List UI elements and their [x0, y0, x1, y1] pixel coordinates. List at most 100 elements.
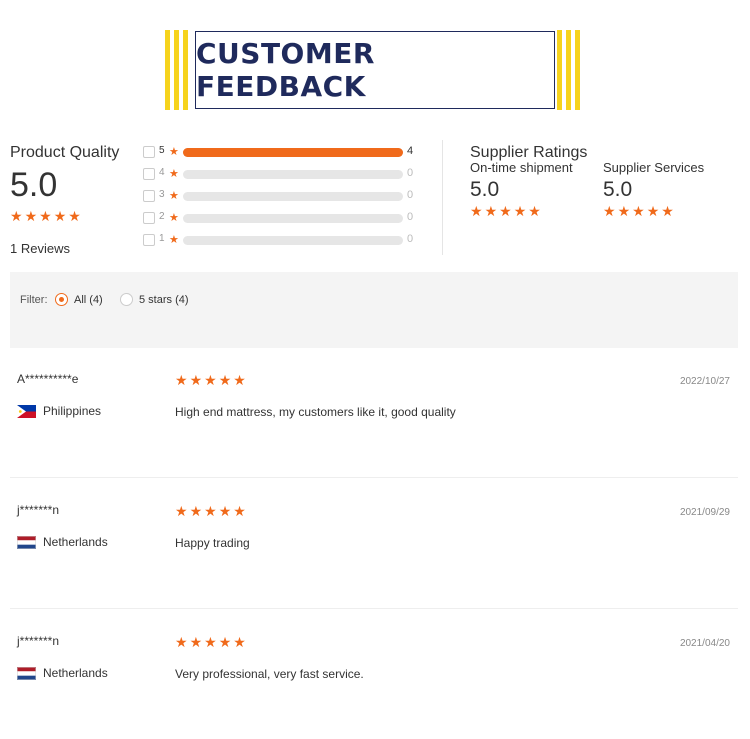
histogram-row[interactable]: 3 ★ 0: [143, 189, 428, 203]
star-icon: ★: [189, 634, 203, 650]
filter-5-stars-radio[interactable]: [120, 293, 133, 306]
reviewer-name: A**********e: [17, 372, 79, 386]
review-stars: ★ ★ ★ ★ ★: [175, 504, 246, 518]
review-filter-bar: Filter: All (4) 5 stars (4): [10, 272, 738, 348]
histogram-track: [183, 236, 403, 245]
star-icon: ★: [175, 372, 188, 388]
histogram-star-level: 4: [159, 167, 165, 178]
histogram-checkbox[interactable]: [143, 146, 155, 158]
histogram-star-level: 3: [159, 189, 165, 200]
on-time-shipment-stars: ★ ★ ★ ★ ★: [470, 204, 573, 218]
histogram-checkbox[interactable]: [143, 168, 155, 180]
banner-stripe: [575, 30, 580, 110]
reviewer-name: j*******n: [17, 634, 60, 648]
star-icon: ★: [10, 208, 23, 224]
feedback-banner: CUSTOMER FEEDBACK: [165, 30, 585, 110]
review-count: 1 Reviews: [10, 241, 70, 256]
histogram-count: 0: [407, 189, 414, 201]
star-icon: ★: [169, 146, 179, 158]
star-icon: ★: [169, 234, 179, 246]
banner-stripe: [183, 30, 188, 110]
on-time-shipment-label: On-time shipment: [470, 160, 573, 175]
histogram-count: 0: [407, 233, 414, 245]
histogram-track: [183, 192, 403, 201]
reviewer-country: Philippines: [43, 404, 102, 418]
histogram-star-level: 2: [159, 211, 165, 222]
star-icon: ★: [528, 203, 541, 219]
histogram-row[interactable]: 5 ★ 4: [143, 145, 428, 159]
netherlands-flag-icon: [17, 536, 36, 549]
star-icon: ★: [204, 372, 217, 388]
product-quality-score: 5.0: [10, 166, 58, 204]
star-icon: ★: [233, 372, 246, 388]
netherlands-flag-icon: [17, 667, 36, 680]
filter-all-radio[interactable]: [55, 293, 68, 306]
reviewer-country: Netherlands: [43, 666, 108, 680]
product-quality-stars: ★ ★ ★ ★ ★: [10, 209, 81, 223]
star-icon: ★: [24, 208, 38, 224]
star-icon: ★: [169, 190, 179, 202]
histogram-track: [183, 170, 403, 179]
histogram-checkbox[interactable]: [143, 234, 155, 246]
review-text: Happy trading: [175, 536, 250, 550]
star-icon: ★: [661, 203, 674, 219]
star-icon: ★: [53, 208, 67, 224]
star-icon: ★: [189, 503, 203, 519]
supplier-services-stars: ★ ★ ★ ★ ★: [603, 204, 704, 218]
histogram-count: 0: [407, 167, 414, 179]
star-icon: ★: [513, 203, 527, 219]
filter-all-label[interactable]: All (4): [74, 294, 103, 306]
review-stars: ★ ★ ★ ★ ★: [175, 373, 246, 387]
histogram-star-level: 1: [159, 233, 165, 244]
filter-5-stars-label[interactable]: 5 stars (4): [139, 294, 189, 306]
histogram-row[interactable]: 1 ★ 0: [143, 233, 428, 247]
star-icon: ★: [617, 203, 631, 219]
histogram-track: [183, 214, 403, 223]
review-text: High end mattress, my customers like it,…: [175, 405, 456, 419]
histogram-row[interactable]: 4 ★ 0: [143, 167, 428, 181]
product-quality-label: Product Quality: [10, 144, 120, 161]
review-text: Very professional, very fast service.: [175, 667, 364, 681]
star-icon: ★: [470, 203, 483, 219]
banner-stripe: [165, 30, 170, 110]
star-icon: ★: [175, 503, 188, 519]
histogram-checkbox[interactable]: [143, 190, 155, 202]
banner-title-box: CUSTOMER FEEDBACK: [195, 31, 555, 109]
banner-stripe: [566, 30, 571, 110]
supplier-services-score: 5.0: [603, 178, 633, 201]
review-date: 2021/04/20: [679, 638, 730, 649]
review-item: j*******n Netherlands ★ ★ ★ ★ ★ Happy tradin…: [10, 479, 738, 609]
banner-title: CUSTOMER FEEDBACK: [196, 37, 375, 103]
section-divider: [442, 140, 443, 255]
histogram-row[interactable]: 2 ★ 0: [143, 211, 428, 225]
reviewer-country: Netherlands: [43, 535, 108, 549]
supplier-services-rating: Supplier Services 5.0 ★ ★ ★ ★ ★: [603, 160, 704, 218]
filter-label: Filter:: [20, 294, 48, 306]
review-date: 2021/09/29: [679, 507, 730, 518]
star-icon: ★: [218, 372, 232, 388]
histogram-star-level: 5: [159, 145, 165, 156]
star-icon: ★: [68, 208, 81, 224]
star-icon: ★: [218, 634, 232, 650]
star-icon: ★: [218, 503, 232, 519]
star-icon: ★: [646, 203, 660, 219]
star-icon: ★: [169, 212, 179, 224]
banner-stripe: [557, 30, 562, 110]
histogram-track: [183, 148, 403, 157]
review-item: j*******n Netherlands ★ ★ ★ ★ ★ Very profess…: [10, 610, 738, 739]
star-icon: ★: [39, 208, 52, 224]
reviewer-name: j*******n: [17, 503, 60, 517]
histogram-count: 0: [407, 211, 414, 223]
star-icon: ★: [204, 634, 217, 650]
review-item: A**********e Philippines ★ ★ ★ ★ ★ High end …: [10, 348, 738, 478]
review-date: 2022/10/27: [679, 376, 730, 387]
histogram-checkbox[interactable]: [143, 212, 155, 224]
review-stars: ★ ★ ★ ★ ★: [175, 635, 246, 649]
histogram-count: 4: [407, 145, 414, 157]
on-time-shipment-score: 5.0: [470, 178, 500, 201]
banner-stripe: [174, 30, 179, 110]
philippines-flag-icon: [17, 405, 36, 418]
star-icon: ★: [189, 372, 203, 388]
star-icon: ★: [603, 203, 616, 219]
star-icon: ★: [484, 203, 498, 219]
